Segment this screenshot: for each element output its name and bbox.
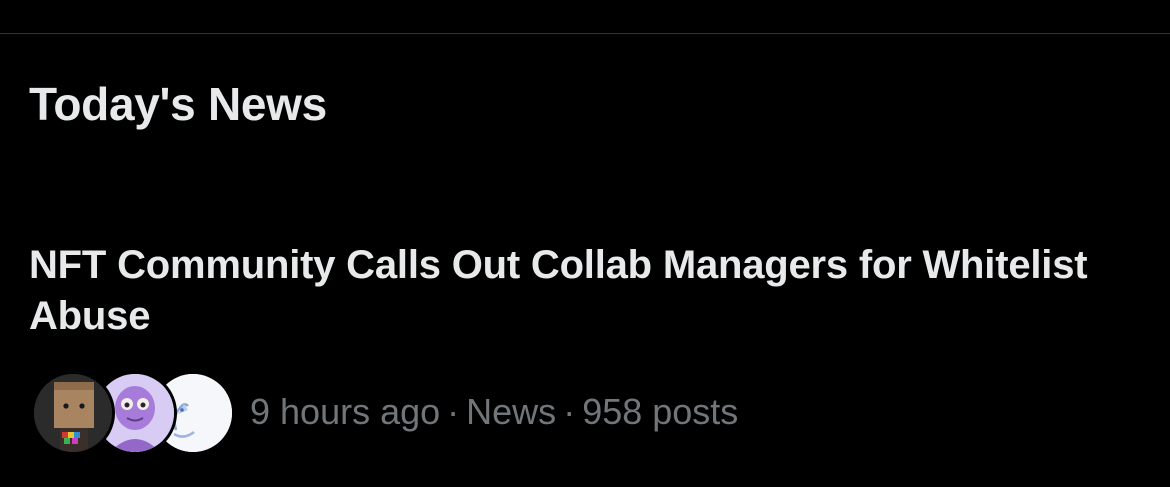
top-divider [0, 33, 1170, 34]
section-title: Today's News [29, 78, 327, 130]
time-ago: 9 hours ago [250, 391, 441, 432]
separator: · [447, 391, 460, 432]
avatar [31, 371, 115, 455]
paper-bag-character-icon [34, 374, 112, 452]
post-count: 958 posts [582, 391, 739, 432]
news-headline[interactable]: NFT Community Calls Out Collab Managers … [29, 240, 1109, 342]
news-meta-row: 9 hours ago · News · 958 posts [31, 369, 738, 455]
separator: · [563, 391, 576, 432]
news-meta-text: 9 hours ago · News · 958 posts [250, 391, 738, 433]
category: News [466, 391, 557, 432]
news-trend-item[interactable]: NFT Community Calls Out Collab Managers … [0, 230, 1170, 460]
avatar-stack [31, 369, 235, 455]
